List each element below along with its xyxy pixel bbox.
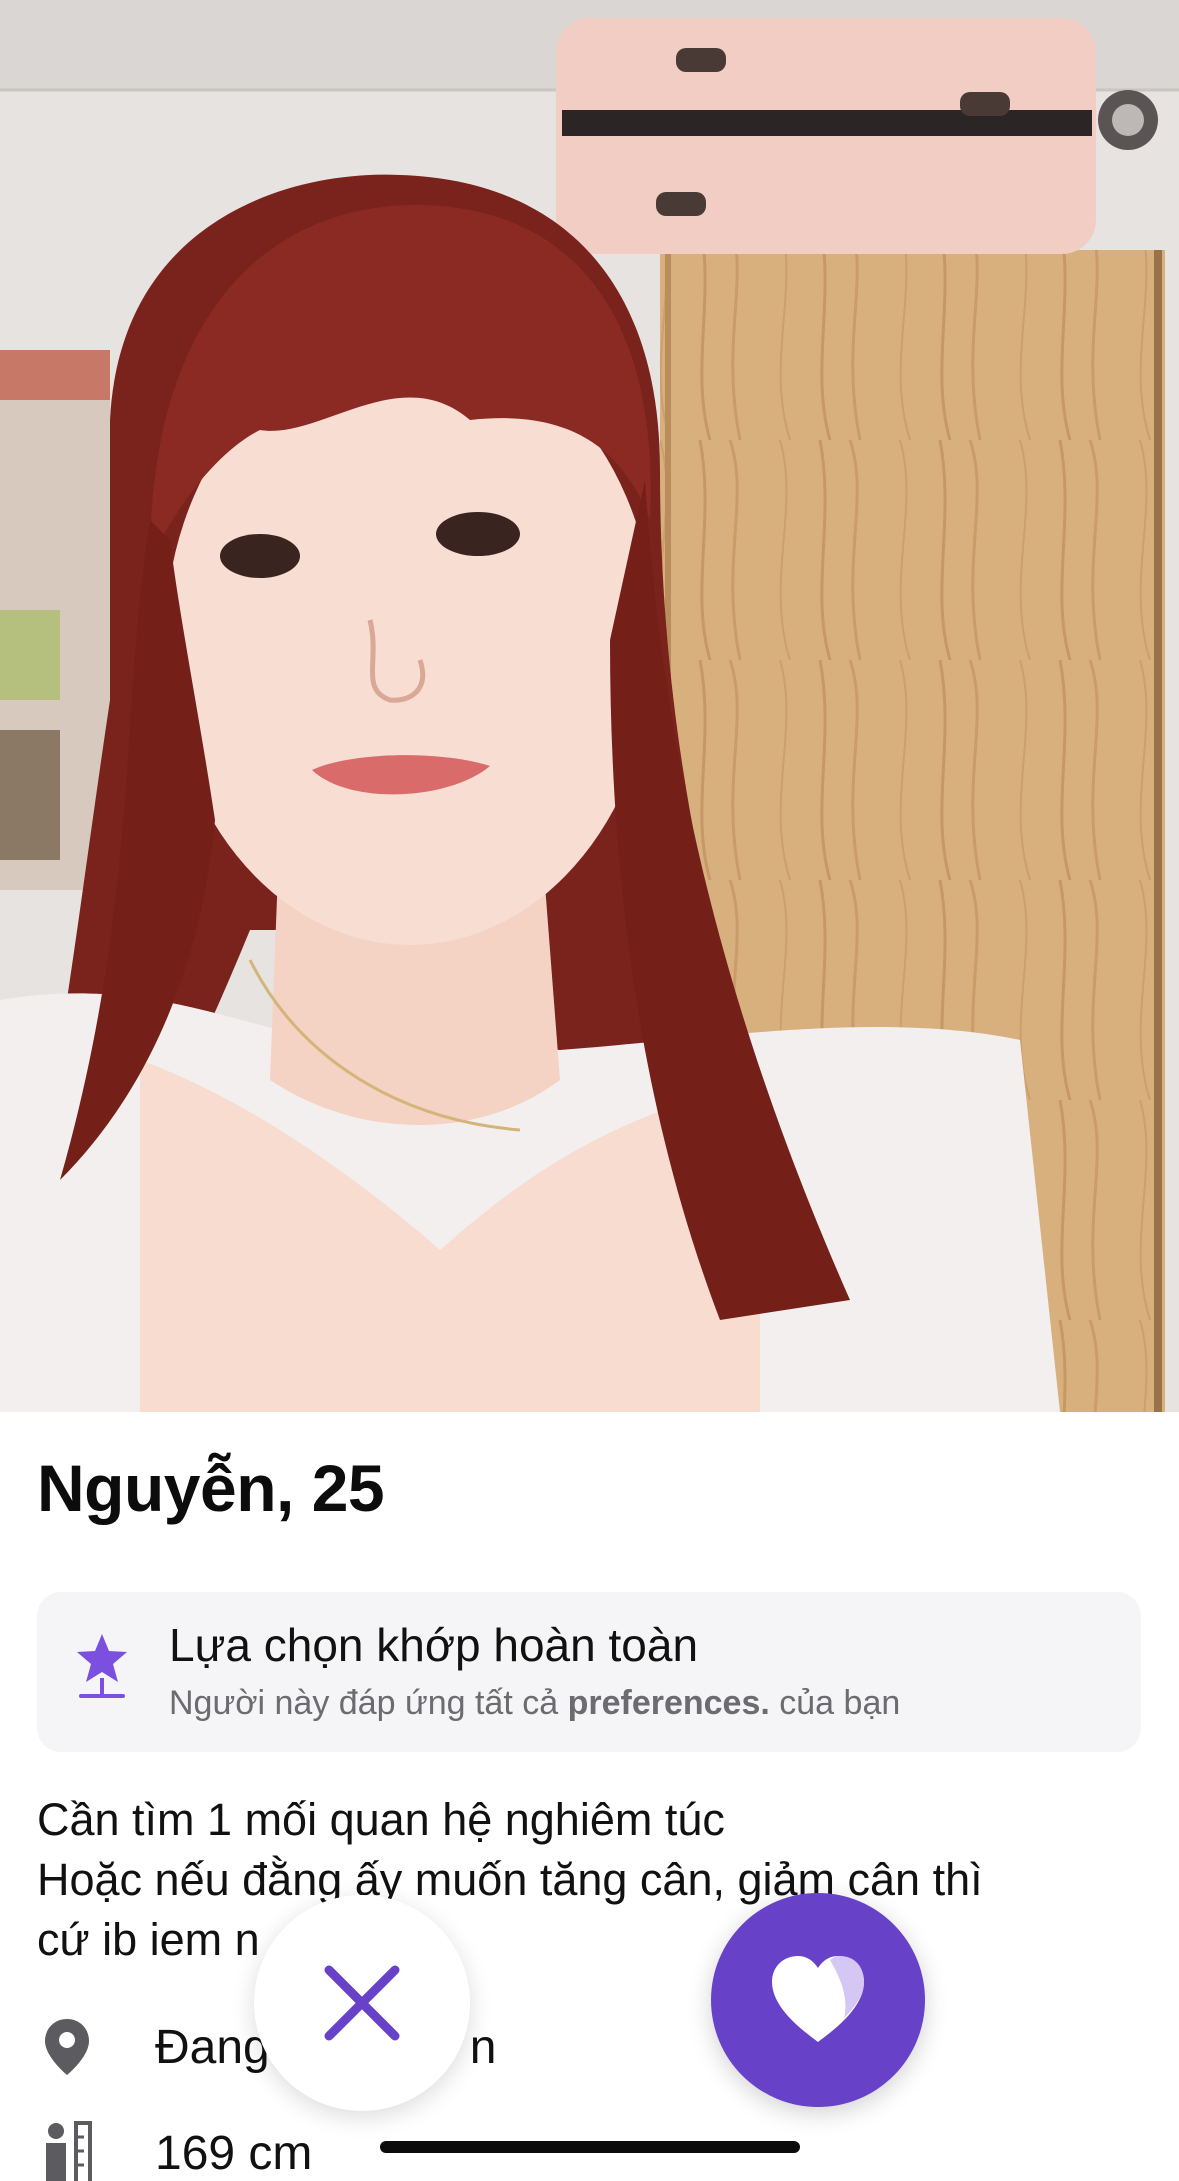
height-row: 169 cm [37,2118,312,2181]
profile-bio: Cần tìm 1 mối quan hệ nghiêm túc Hoặc nế… [37,1794,983,1965]
pass-button[interactable] [254,1895,470,2111]
profile-photo[interactable] [0,0,1179,1412]
height-ruler-icon [37,2121,97,2181]
close-icon [324,1965,400,2041]
photo-illustration [0,0,1179,1412]
home-indicator[interactable] [380,2141,800,2153]
match-subtitle: Người này đáp ứng tất cả preferences. củ… [169,1684,901,1722]
like-button[interactable] [711,1893,925,2107]
profile-name-age: Nguyễn, 25 [37,1451,385,1525]
heart-icon [772,1956,864,2042]
perfect-match-card: Lựa chọn khớp hoàn toàn Người này đáp ứn… [37,1592,1141,1752]
height-text: 169 cm [155,2126,313,2180]
location-text: Đang [155,2020,270,2074]
star-badge-icon [75,1632,129,1702]
match-title: Lựa chọn khớp hoàn toàn [169,1619,699,1671]
location-text-tail: n [469,2020,497,2074]
profile-screen: Nguyễn, 25 Lựa chọn khớp hoàn toàn Người… [0,0,1179,2181]
location-pin-icon [37,2017,97,2077]
